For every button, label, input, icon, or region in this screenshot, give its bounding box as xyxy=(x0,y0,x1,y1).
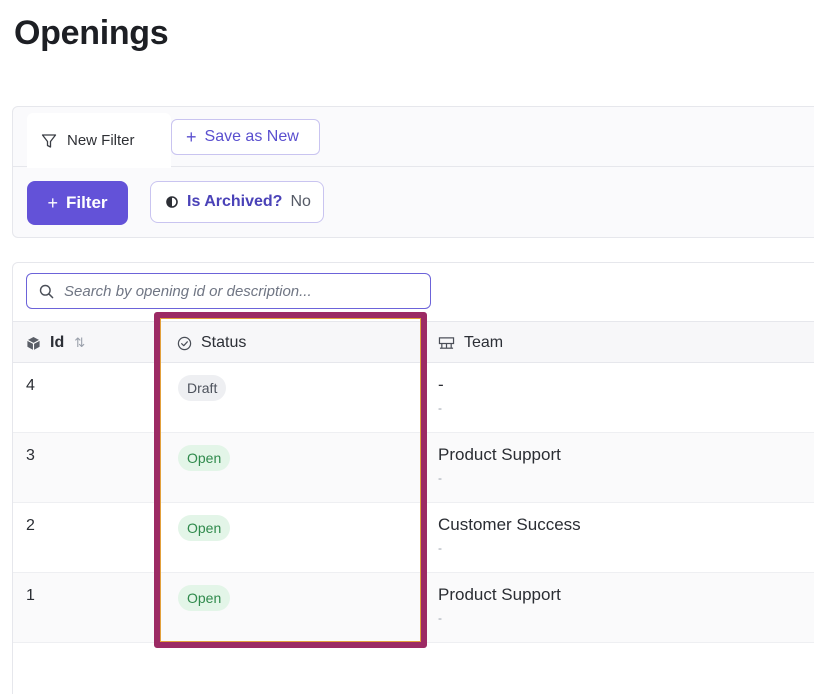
tab-new-filter-label: New Filter xyxy=(67,132,135,149)
cell-team-subtext: - xyxy=(438,401,442,415)
cell-team: Product Support xyxy=(438,445,561,464)
status-badge: Draft xyxy=(178,375,227,401)
cell-team-subtext: - xyxy=(438,471,442,485)
cube-icon xyxy=(27,336,40,350)
plus-icon: + xyxy=(47,192,58,213)
cell-team-subtext: - xyxy=(438,611,442,625)
cell-team: - xyxy=(438,375,444,394)
cell-id: 4 xyxy=(26,377,35,394)
is-archived-label: Is Archived? xyxy=(187,193,283,210)
page-title: Openings xyxy=(14,14,169,52)
status-badge: Open xyxy=(178,585,231,611)
cell-id: 1 xyxy=(26,587,35,604)
table-row[interactable]: 1 Open Product Support - xyxy=(13,573,814,643)
check-circle-icon xyxy=(177,336,192,350)
tab-new-filter[interactable]: New Filter xyxy=(27,113,171,168)
column-header-id-label: Id xyxy=(50,334,65,351)
status-badge: Open xyxy=(178,515,231,541)
cell-team-subtext: - xyxy=(438,541,442,555)
cell-team: Customer Success xyxy=(438,515,581,534)
filter-button-label: Filter xyxy=(65,193,108,212)
search-box[interactable] xyxy=(26,273,431,309)
filter-panel: New Filter + Save as New + Filter Is Arc… xyxy=(12,106,814,238)
filter-tabs: New Filter + Save as New xyxy=(13,107,814,168)
sort-arrows-icon[interactable]: ⇅ xyxy=(74,335,85,351)
funnel-icon xyxy=(41,133,57,148)
column-header-id[interactable]: Id ⇅ xyxy=(26,322,85,364)
table-header: Id ⇅ Status Team xyxy=(13,321,814,363)
status-badge: Open xyxy=(178,445,231,471)
save-as-new-label: Save as New xyxy=(204,128,299,145)
search-icon xyxy=(39,284,54,298)
plus-icon: + xyxy=(186,126,197,147)
table-row[interactable]: 3 Open Product Support - xyxy=(13,433,814,503)
save-as-new-button[interactable]: + Save as New xyxy=(171,119,320,155)
cell-id: 3 xyxy=(26,447,35,464)
is-archived-filter-chip[interactable]: Is Archived? No xyxy=(150,181,324,223)
table-row[interactable]: 4 Draft - - xyxy=(13,363,814,433)
team-icon xyxy=(438,336,455,349)
column-header-team[interactable]: Team xyxy=(438,322,503,364)
search-input[interactable] xyxy=(64,282,430,300)
column-header-status[interactable]: Status xyxy=(177,322,246,364)
openings-table-panel: Id ⇅ Status Team 4 Draft - - 3 xyxy=(12,262,814,694)
table-row[interactable]: 2 Open Customer Success - xyxy=(13,503,814,573)
is-archived-value: No xyxy=(290,193,311,210)
half-circle-icon xyxy=(166,196,178,208)
column-header-status-label: Status xyxy=(201,334,247,351)
column-header-team-label: Team xyxy=(464,334,504,351)
add-filter-button[interactable]: + Filter xyxy=(27,181,128,225)
cell-id: 2 xyxy=(26,517,35,534)
cell-team: Product Support xyxy=(438,585,561,604)
